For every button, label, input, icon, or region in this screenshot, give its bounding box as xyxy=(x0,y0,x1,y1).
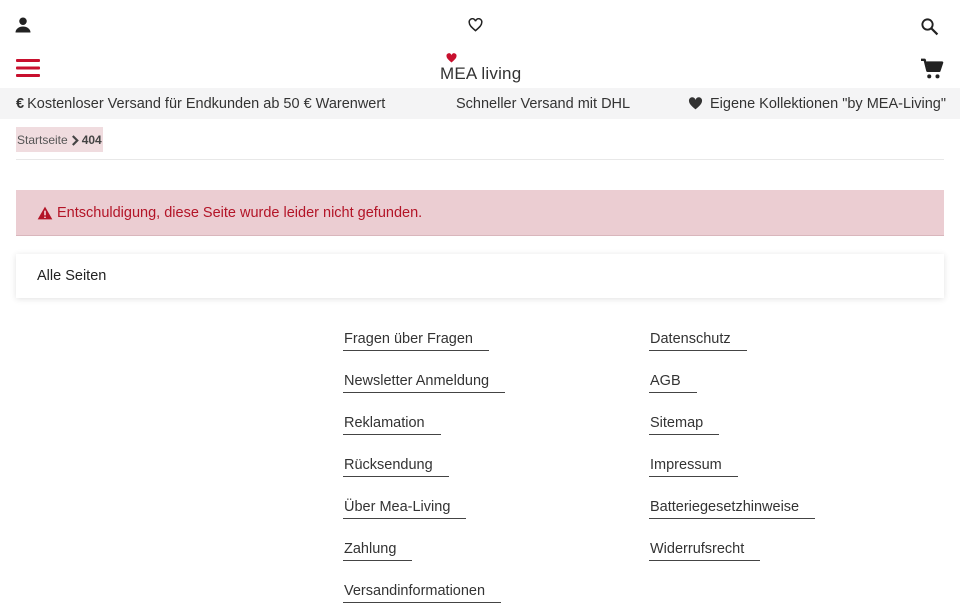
breadcrumb-home[interactable]: Startseite xyxy=(17,133,68,147)
divider xyxy=(16,159,944,160)
link-sitemap[interactable]: Sitemap xyxy=(649,414,720,435)
shopping-cart-icon[interactable] xyxy=(918,56,946,82)
breadcrumb: Startseite 404 xyxy=(16,127,103,152)
link-batteriegesetz[interactable]: Batteriegesetzhinweise xyxy=(649,498,816,519)
warning-icon xyxy=(37,206,53,219)
usp-fast-shipping-text: Schneller Versand mit DHL xyxy=(456,95,631,112)
usp-free-shipping: € Kostenloser Versand für Endkunden ab 5… xyxy=(16,88,385,119)
site-logo[interactable]: MEA living xyxy=(440,53,522,84)
chevron-right-icon xyxy=(71,135,79,146)
link-fragen[interactable]: Fragen über Fragen xyxy=(343,330,489,351)
link-widerrufsrecht[interactable]: Widerrufsrecht xyxy=(649,540,761,561)
link-datenschutz[interactable]: Datenschutz xyxy=(649,330,747,351)
user-icon[interactable] xyxy=(12,14,34,36)
panel-title: Alle Seiten xyxy=(37,268,107,284)
logo-text: MEA living xyxy=(440,64,522,83)
link-reklamation[interactable]: Reklamation xyxy=(343,414,441,435)
usp-collections-text: Eigene Kollektionen "by MEA-Living" xyxy=(710,95,946,112)
link-zahlung[interactable]: Zahlung xyxy=(343,540,413,561)
link-ueber-mea-living[interactable]: Über Mea-Living xyxy=(343,498,467,519)
search-icon[interactable] xyxy=(917,14,941,38)
usp-fast-shipping: Schneller Versand mit DHL xyxy=(456,88,630,119)
all-pages-panel: Alle Seiten xyxy=(16,254,944,298)
euro-icon: € xyxy=(16,95,25,112)
heart-icon xyxy=(688,97,703,110)
link-newsletter[interactable]: Newsletter Anmeldung xyxy=(343,372,506,393)
hamburger-menu-icon[interactable] xyxy=(14,55,42,81)
link-ruecksendung[interactable]: Rücksendung xyxy=(343,456,449,477)
usp-bar: € Kostenloser Versand für Endkunden ab 5… xyxy=(0,88,960,119)
error-alert: Entschuldigung, diese Seite wurde leider… xyxy=(16,190,944,236)
error-message: Entschuldigung, diese Seite wurde leider… xyxy=(57,204,423,221)
link-agb[interactable]: AGB xyxy=(649,372,697,393)
heart-outline-icon[interactable] xyxy=(464,14,486,36)
link-impressum[interactable]: Impressum xyxy=(649,456,738,477)
breadcrumb-current: 404 xyxy=(81,132,102,147)
usp-free-shipping-text: Kostenloser Versand für Endkunden ab 50 … xyxy=(27,95,386,112)
logo-heart-icon xyxy=(446,53,457,63)
usp-collections: Eigene Kollektionen "by MEA-Living" xyxy=(688,88,946,119)
